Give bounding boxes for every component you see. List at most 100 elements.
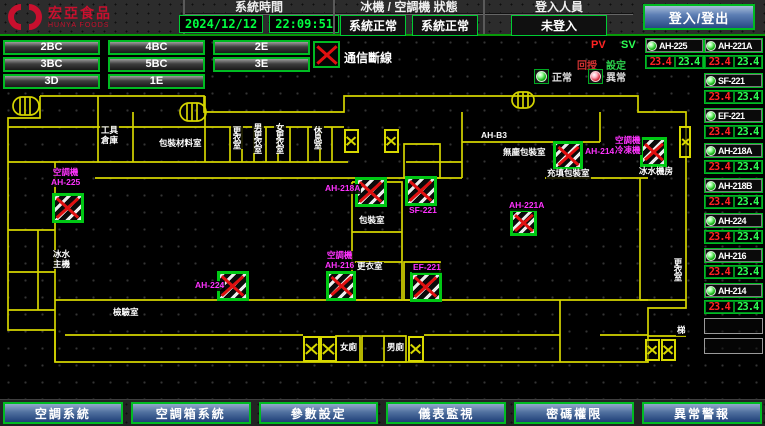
unit-row: AH-218B 23.4 23.4	[704, 178, 763, 209]
unit-row: AH-218A 23.4 23.4	[704, 143, 763, 174]
equipment-comm-loss-marker[interactable]	[326, 271, 356, 301]
floor-nav-button[interactable]: 1E	[108, 74, 205, 89]
footer-nav-button[interactable]: 密碼權限	[514, 402, 634, 424]
floorplan-label: 女廁	[339, 343, 358, 353]
floorplan-label: AH-224	[194, 281, 225, 291]
stairwell-x-box	[384, 129, 399, 153]
unit-row: SF-221 23.4 23.4	[704, 73, 763, 104]
unit-name-button[interactable]: AH-218B	[704, 178, 763, 193]
unit-name-button[interactable]: AH-216	[704, 248, 763, 263]
login-section: 登入人員 未登入	[483, 0, 633, 34]
footer-nav-button[interactable]: 空調箱系統	[131, 402, 251, 424]
abnormal-led-icon	[588, 69, 603, 84]
unit-status-led-icon	[647, 41, 657, 51]
floorplan-label: 無塵包裝室	[502, 148, 547, 158]
floor-nav-button[interactable]: 3D	[3, 74, 100, 89]
equipment-comm-loss-marker[interactable]	[405, 176, 437, 206]
unit-name: AH-218B	[718, 181, 752, 191]
pv-label: PV	[591, 39, 606, 51]
chiller-status-value: 系統正常	[340, 15, 406, 36]
legend-normal-label: 正常	[552, 69, 572, 84]
footer-nav-button[interactable]: 儀表監視	[386, 402, 506, 424]
unit-name: EF-221	[718, 111, 745, 121]
stairwell-x-box	[645, 339, 660, 361]
unit-values: 23.4 23.4	[645, 55, 704, 69]
login-button-area: 登入/登出	[633, 0, 765, 34]
unit-status-led-icon	[706, 286, 716, 296]
unit-name-button[interactable]: AH-225	[645, 38, 704, 53]
unit-name: AH-221A	[718, 41, 752, 51]
floor-nav-button[interactable]: 3BC	[3, 57, 100, 72]
floorplan-label: AH-221A	[508, 201, 545, 211]
unit-row: EF-221 23.4 23.4	[704, 108, 763, 139]
footer-nav-button[interactable]: 空調系統	[3, 402, 123, 424]
equipment-comm-loss-marker[interactable]	[52, 193, 84, 223]
unit-name-button[interactable]: AH-221A	[704, 38, 763, 53]
sv-label: SV	[621, 39, 636, 51]
unit-name-button[interactable]: SF-221	[704, 73, 763, 88]
stairs-icon	[512, 92, 534, 108]
floorplan-label: 梯	[676, 326, 687, 336]
floorplan-label: 更衣室	[356, 262, 384, 272]
floor-nav-button[interactable]: 5BC	[108, 57, 205, 72]
stairs-icon	[13, 97, 39, 115]
floorplan-label: 空調機 冷凍機	[614, 136, 642, 155]
comm-loss-label: 通信斷線	[344, 49, 392, 66]
floor-nav-button[interactable]: 2E	[213, 40, 310, 55]
hunya-logo-icon	[8, 3, 42, 31]
equipment-comm-loss-marker[interactable]	[553, 141, 583, 170]
unit-sv-value: 23.4	[734, 91, 763, 103]
floorplan-label: SF-221	[408, 206, 438, 216]
unit-values: 23.4 23.4	[704, 55, 763, 69]
empty-unit-slot	[704, 338, 763, 354]
stairwell-x-box	[679, 126, 691, 158]
unit-sv-value: 23.4	[734, 56, 763, 68]
unit-name-button[interactable]: AH-214	[704, 283, 763, 298]
machine-status-section: 冰機 / 空調機 狀態 系統正常 系統正常	[333, 0, 483, 34]
floorplan-label: 休息室	[312, 126, 324, 149]
unit-pv-value: 23.4	[705, 91, 734, 103]
unit-pv-value: 23.4	[705, 56, 734, 68]
floorplan-label: 空調機 AH-216	[324, 251, 355, 270]
equipment-comm-loss-marker[interactable]	[640, 137, 667, 167]
normal-led-icon	[534, 69, 549, 84]
unit-sv-value: 23.4	[734, 126, 763, 138]
unit-values: 23.4 23.4	[704, 160, 763, 174]
unit-status-led-icon	[706, 146, 716, 156]
unit-sv-value: 23.4	[734, 161, 763, 173]
unit-pv-value: 23.4	[705, 126, 734, 138]
unit-values: 23.4 23.4	[704, 230, 763, 244]
unit-pv-value: 23.4	[705, 266, 734, 278]
unit-pv-value: 23.4	[705, 301, 734, 313]
stairwell-x-box	[320, 336, 337, 362]
footer-nav-button[interactable]: 異常警報	[642, 402, 762, 424]
unit-name-button[interactable]: AH-218A	[704, 143, 763, 158]
brand-name-en: HUNYA FOODS	[48, 22, 112, 29]
stairwell-x-box	[303, 336, 320, 362]
unit-row: AH-225 23.4 23.4	[645, 38, 704, 69]
floor-nav-button[interactable]: 3E	[213, 57, 310, 72]
floorplan-label: AH-214	[584, 147, 615, 157]
unit-name-button[interactable]: EF-221	[704, 108, 763, 123]
unit-name: AH-214	[718, 286, 746, 296]
login-logout-button[interactable]: 登入/登出	[643, 4, 755, 30]
floorplan-label: 更衣室	[231, 126, 243, 149]
unit-values: 23.4 23.4	[704, 125, 763, 139]
floorplan-label: 男廁	[386, 343, 405, 353]
unit-name: SF-221	[718, 76, 745, 86]
equipment-comm-loss-marker[interactable]	[410, 272, 442, 302]
floorplan-label: 冰水機房	[638, 167, 674, 177]
footer-nav-button[interactable]: 參數設定	[259, 402, 379, 424]
equipment-comm-loss-marker[interactable]	[510, 209, 537, 236]
hmi-screen: 宏亞食品 HUNYA FOODS 系統時間 2024/12/12 22:09:5…	[0, 0, 765, 426]
ac-status-value: 系統正常	[412, 15, 478, 36]
unit-name-button[interactable]: AH-224	[704, 213, 763, 228]
unit-column-left: AH-225 23.4 23.4	[645, 38, 704, 69]
unit-name: AH-218A	[718, 146, 752, 156]
stairwell-x-box	[344, 129, 359, 153]
floor-nav-button[interactable]: 4BC	[108, 40, 205, 55]
floorplan-label: EF-221	[412, 263, 442, 273]
unit-status-led-icon	[706, 251, 716, 261]
floor-nav-button[interactable]: 2BC	[3, 40, 100, 55]
unit-row: AH-221A 23.4 23.4	[704, 38, 763, 69]
